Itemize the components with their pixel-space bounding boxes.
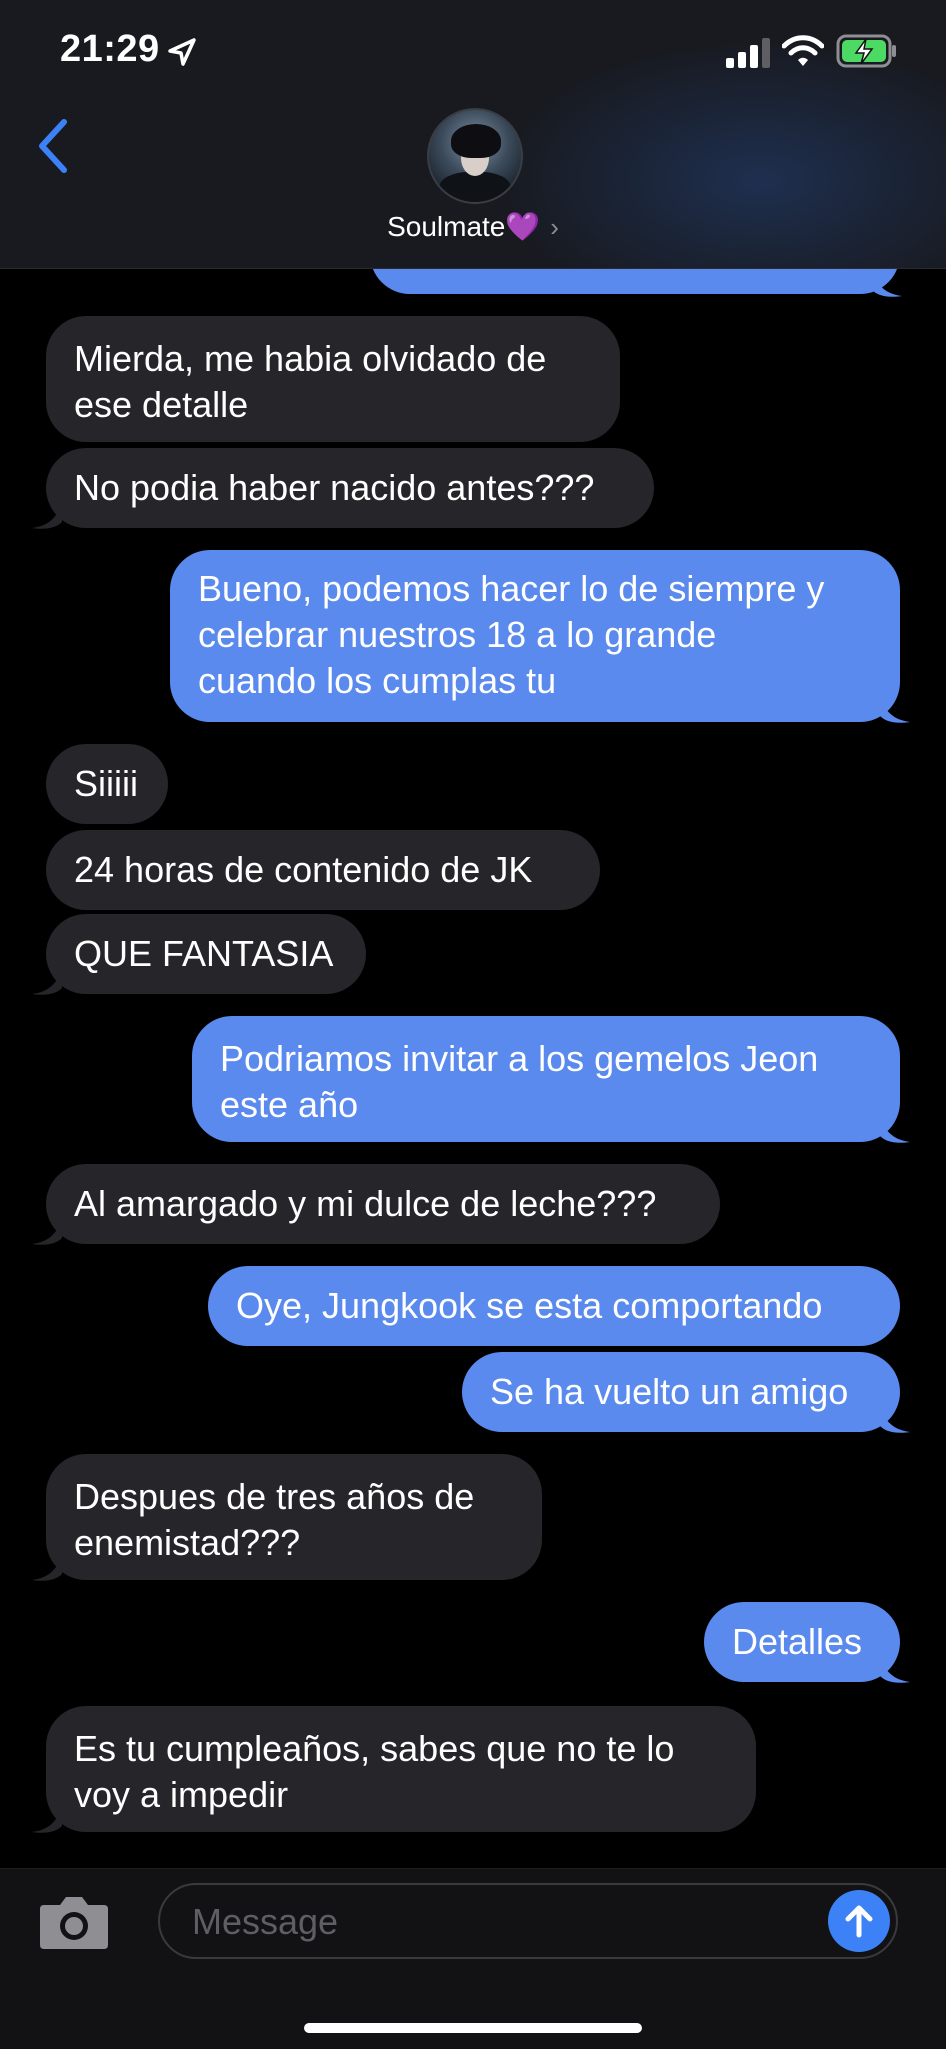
wifi-icon xyxy=(782,35,824,66)
camera-icon[interactable] xyxy=(38,1891,110,1951)
received-bubble[interactable]: Despues de tres años de enemistad??? xyxy=(46,1454,542,1580)
avatar-hair-shape xyxy=(451,124,501,158)
bubble-tail xyxy=(32,1804,62,1833)
message-thread[interactable]: Mierda, me habia olvidado de ese detalle… xyxy=(0,0,946,1868)
battery-charging-icon xyxy=(836,34,896,68)
received-bubble[interactable]: Es tu cumpleaños, sabes que no te lo voy… xyxy=(46,1706,756,1832)
bubble-tail xyxy=(880,1404,910,1433)
sent-bubble[interactable]: Detalles xyxy=(704,1602,900,1682)
sent-bubble[interactable]: Bueno, podemos hacer lo de siempre y cel… xyxy=(170,550,900,722)
bubble-tail xyxy=(32,500,62,529)
received-bubble[interactable]: QUE FANTASIA xyxy=(46,914,366,994)
bubble-tail xyxy=(32,1552,62,1581)
bubble-tail xyxy=(32,1216,62,1245)
sent-bubble[interactable]: Podriamos invitar a los gemelos Jeon est… xyxy=(192,1016,900,1142)
back-chevron-icon[interactable] xyxy=(32,116,76,176)
arrow-up-icon xyxy=(845,1905,873,1938)
bubble-tail xyxy=(880,1654,910,1683)
conversation-header: 21:29 Soulmate💜 › xyxy=(0,0,946,269)
composer-bar xyxy=(0,1868,946,2049)
bubble-tail xyxy=(32,966,62,995)
contact-name-row[interactable]: Soulmate💜 › xyxy=(0,210,946,243)
received-bubble[interactable]: Mierda, me habia olvidado de ese detalle xyxy=(46,316,620,442)
send-button[interactable] xyxy=(828,1890,890,1952)
received-bubble[interactable]: Al amargado y mi dulce de leche??? xyxy=(46,1164,720,1244)
cellular-signal-icon xyxy=(726,38,770,68)
received-bubble[interactable]: 24 horas de contenido de JK xyxy=(46,830,600,910)
message-input[interactable] xyxy=(190,1885,794,1959)
status-time: 21:29 xyxy=(60,28,160,70)
message-input-container[interactable] xyxy=(158,1883,898,1959)
contact-name: Soulmate💜 xyxy=(387,211,541,242)
home-indicator xyxy=(304,2023,642,2033)
sent-bubble[interactable]: Se ha vuelto un amigo xyxy=(462,1352,900,1432)
location-arrow-icon xyxy=(168,38,196,66)
bubble-tail xyxy=(872,268,902,297)
sent-bubble[interactable]: Oye, Jungkook se esta comportando xyxy=(208,1266,900,1346)
received-bubble[interactable]: No podia haber nacido antes??? xyxy=(46,448,654,528)
bubble-tail xyxy=(880,1114,910,1143)
received-bubble[interactable]: Siiiii xyxy=(46,744,168,824)
contact-avatar[interactable] xyxy=(427,108,523,204)
bubble-tail xyxy=(880,694,910,723)
avatar-body-shape xyxy=(439,172,511,202)
chevron-right-icon: › xyxy=(550,212,559,242)
